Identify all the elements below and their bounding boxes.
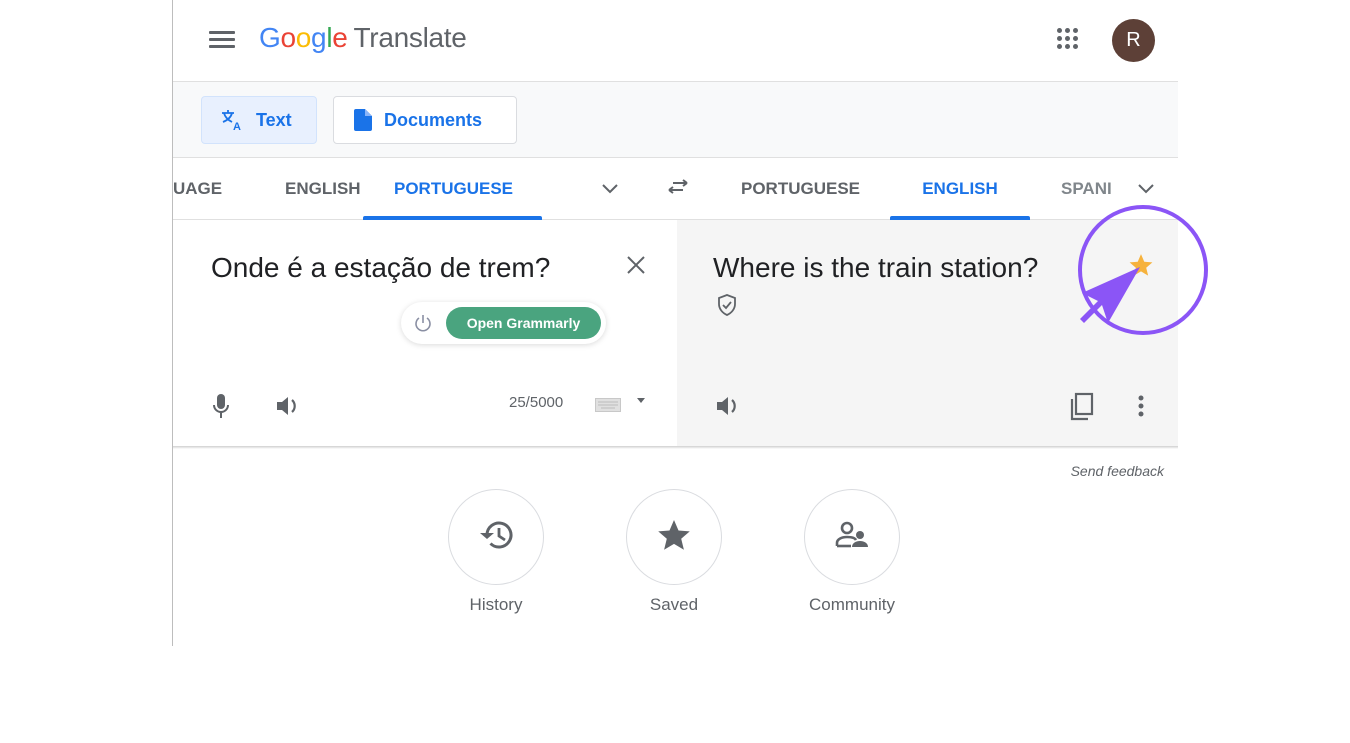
listen-translation-icon[interactable]	[715, 394, 741, 423]
source-text-input[interactable]: Onde é a estação de trem?	[211, 252, 550, 284]
more-options-icon[interactable]	[1137, 394, 1145, 423]
microphone-icon[interactable]	[211, 392, 231, 425]
apps-grid-icon[interactable]	[1057, 28, 1079, 50]
translate-icon: A	[220, 109, 244, 131]
translation-output: Where is the train station?	[713, 252, 1039, 283]
history-label: History	[469, 595, 523, 614]
history-button[interactable]	[448, 489, 544, 585]
panel-divider	[173, 446, 1178, 449]
svg-text:A: A	[233, 121, 241, 131]
community-label: Community	[809, 595, 895, 614]
community-button[interactable]	[804, 489, 900, 585]
source-lang-more-chevron-icon[interactable]	[601, 182, 619, 200]
copy-translation-icon[interactable]	[1069, 392, 1095, 427]
target-lang-portuguese[interactable]: PORTUGUESE	[741, 158, 860, 220]
star-icon	[656, 517, 692, 558]
document-icon	[354, 109, 372, 131]
community-icon	[834, 520, 870, 555]
account-avatar[interactable]: R	[1112, 19, 1155, 62]
hamburger-menu-icon[interactable]	[209, 28, 235, 50]
logo-letter: e	[332, 22, 348, 53]
translate-page: Google Translate R A Text Documents UAGE …	[172, 0, 1178, 646]
history-shortcut[interactable]: History	[448, 489, 544, 615]
text-mode-button[interactable]: A Text	[201, 96, 317, 144]
mode-bar: A Text Documents	[173, 82, 1178, 158]
documents-mode-label: Documents	[384, 109, 483, 130]
source-lang-portuguese[interactable]: PORTUGUESE	[363, 158, 542, 220]
logo-letter: o	[295, 22, 312, 53]
target-lang-spanish[interactable]: SPANI	[1061, 158, 1112, 220]
keyboard-icon[interactable]	[595, 398, 621, 417]
saved-shortcut[interactable]: Saved	[626, 489, 722, 615]
listen-source-icon[interactable]	[275, 394, 301, 423]
documents-mode-button[interactable]: Documents	[333, 96, 517, 144]
app-header: Google Translate R	[173, 0, 1178, 82]
save-translation-star-icon[interactable]	[1128, 252, 1154, 283]
product-name: Translate	[353, 22, 467, 53]
open-grammarly-button[interactable]: Open Grammarly	[446, 307, 601, 339]
saved-label: Saved	[649, 595, 699, 614]
text-mode-label: Text	[256, 109, 292, 130]
logo-letter: g	[311, 22, 327, 53]
google-translate-logo[interactable]: Google Translate	[259, 22, 467, 54]
verified-shield-icon[interactable]	[717, 294, 737, 321]
logo-letter: G	[259, 22, 281, 53]
clear-source-icon[interactable]	[625, 254, 647, 281]
power-icon[interactable]	[413, 313, 433, 338]
input-tools-dropdown-icon[interactable]	[637, 398, 645, 403]
source-lang-english[interactable]: ENGLISH	[285, 158, 361, 220]
community-shortcut[interactable]: Community	[804, 489, 900, 615]
target-panel: Where is the train station?	[677, 220, 1178, 446]
grammarly-widget: Open Grammarly	[401, 302, 606, 344]
target-lang-more-chevron-icon[interactable]	[1137, 182, 1155, 200]
source-lang-detect[interactable]: UAGE	[173, 158, 222, 220]
character-count: 25/5000	[509, 394, 564, 411]
swap-languages-icon[interactable]	[665, 178, 689, 201]
language-bar: UAGE ENGLISH PORTUGUESE PORTUGUESE ENGLI…	[173, 158, 1178, 220]
target-lang-english[interactable]: ENGLISH	[890, 158, 1030, 220]
source-panel: Onde é a estação de trem? Open Grammarly…	[173, 220, 677, 446]
saved-button[interactable]	[626, 489, 722, 585]
history-icon	[478, 519, 514, 556]
send-feedback-link[interactable]: Send feedback	[1071, 463, 1164, 479]
logo-letter: o	[280, 22, 296, 53]
